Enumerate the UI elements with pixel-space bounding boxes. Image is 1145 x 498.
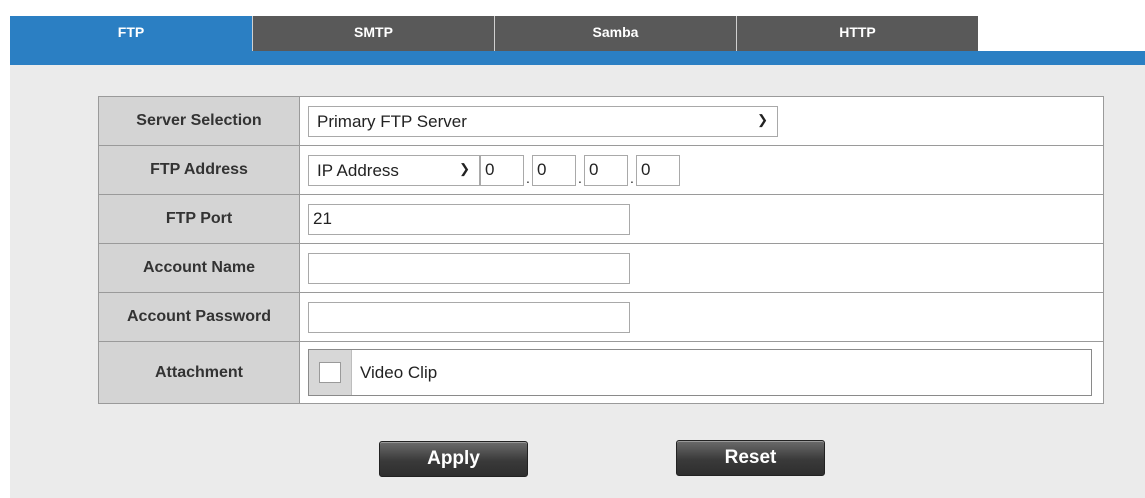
ip-dot-separator: . (526, 169, 530, 186)
server-selection-dropdown[interactable]: Primary FTP Server ❯ (308, 105, 778, 137)
row-account-name: Account Name (98, 243, 1104, 293)
ftp-settings-form: Server Selection Primary FTP Server ❯ FT… (98, 96, 1104, 404)
account-name-label: Account Name (98, 243, 300, 293)
server-selection-select[interactable]: Primary FTP Server (308, 105, 778, 137)
tab-ftp[interactable]: FTP (10, 16, 252, 51)
ip-octet-3-input[interactable] (584, 154, 628, 186)
tab-http[interactable]: HTTP (736, 16, 978, 51)
reset-button[interactable]: Reset (676, 440, 825, 476)
apply-button[interactable]: Apply (379, 441, 528, 477)
row-ftp-port: FTP Port (98, 194, 1104, 244)
row-server-selection: Server Selection Primary FTP Server ❯ (98, 96, 1104, 146)
row-attachment: Attachment Video Clip (98, 341, 1104, 404)
server-selection-label: Server Selection (98, 96, 300, 146)
video-clip-checkbox[interactable] (319, 362, 341, 383)
reset-button-label: Reset (724, 447, 777, 468)
ip-dot-separator: . (578, 169, 582, 186)
tab-bar: FTP SMTP Samba HTTP (10, 16, 980, 51)
server-selection-cell: Primary FTP Server ❯ (299, 96, 1104, 146)
attachment-cell: Video Clip (299, 341, 1104, 404)
ftp-port-cell (299, 194, 1104, 244)
address-type-select[interactable]: IP Address (308, 154, 480, 186)
ftp-address-cell: IP Address ❯ ... (299, 145, 1104, 195)
tab-underline-bar (10, 51, 1145, 65)
attachment-label: Attachment (98, 341, 300, 404)
account-password-label: Account Password (98, 292, 300, 342)
address-type-dropdown[interactable]: IP Address ❯ (308, 154, 480, 186)
ftp-port-input[interactable] (308, 203, 630, 235)
account-password-input[interactable] (308, 301, 630, 333)
tab-samba[interactable]: Samba (494, 16, 736, 51)
ip-octet-4-input[interactable] (636, 154, 680, 186)
account-name-input[interactable] (308, 252, 630, 284)
tab-samba-label: Samba (592, 24, 639, 40)
ftp-address-label: FTP Address (98, 145, 300, 195)
tab-smtp-label: SMTP (354, 24, 393, 40)
attachment-box: Video Clip (308, 349, 1092, 396)
row-ftp-address: FTP Address IP Address ❯ ... (98, 145, 1104, 195)
video-clip-label: Video Clip (360, 362, 438, 382)
row-account-password: Account Password (98, 292, 1104, 342)
tab-ftp-label: FTP (117, 24, 145, 40)
ip-octet-2-input[interactable] (532, 154, 576, 186)
tab-http-label: HTTP (839, 24, 876, 40)
ftp-port-label: FTP Port (98, 194, 300, 244)
account-name-cell (299, 243, 1104, 293)
video-clip-checkbox-cell (309, 350, 352, 395)
apply-button-label: Apply (427, 448, 480, 469)
ip-octet-1-input[interactable] (480, 154, 524, 186)
ip-dot-separator: . (630, 169, 634, 186)
account-password-cell (299, 292, 1104, 342)
tab-smtp[interactable]: SMTP (252, 16, 494, 51)
